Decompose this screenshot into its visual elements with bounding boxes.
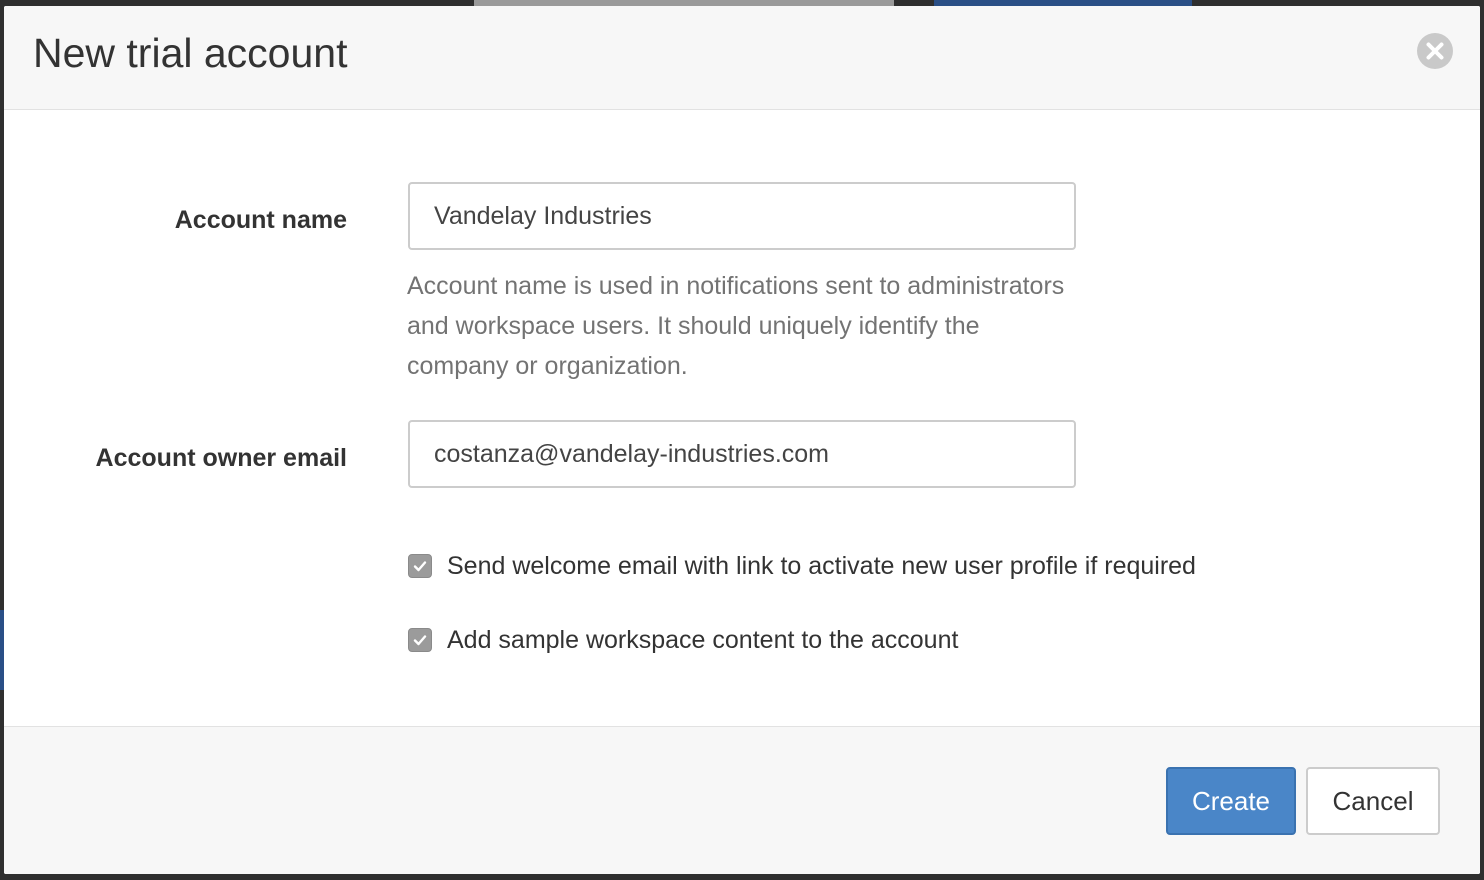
account-name-help: Account name is used in notifications se… <box>407 272 1065 380</box>
sample-content-option[interactable]: Add sample workspace content to the acco… <box>408 624 958 656</box>
sample-content-checkbox[interactable] <box>408 628 432 652</box>
cancel-button[interactable]: Cancel <box>1306 767 1440 835</box>
dialog-title: New trial account <box>33 30 348 76</box>
checkmark-icon <box>413 635 427 646</box>
dialog-header: New trial account <box>4 6 1480 110</box>
welcome-email-label[interactable]: Send welcome email with link to activate… <box>447 552 1196 581</box>
sample-content-label[interactable]: Add sample workspace content to the acco… <box>447 626 958 655</box>
account-name-label: Account name <box>174 206 347 234</box>
account-owner-email-input[interactable] <box>408 420 1076 488</box>
dialog-footer: Create Cancel <box>4 726 1480 874</box>
create-button[interactable]: Create <box>1166 767 1296 835</box>
close-icon <box>1426 42 1444 60</box>
account-name-input[interactable] <box>408 182 1076 250</box>
new-trial-account-dialog: New trial account Account name Account n… <box>4 6 1480 874</box>
dialog-body: Account name Account name is used in not… <box>4 110 1480 726</box>
welcome-email-option[interactable]: Send welcome email with link to activate… <box>408 550 1196 582</box>
welcome-email-checkbox[interactable] <box>408 554 432 578</box>
close-button[interactable] <box>1417 33 1453 69</box>
account-owner-email-label: Account owner email <box>95 444 347 472</box>
checkmark-icon <box>413 561 427 572</box>
